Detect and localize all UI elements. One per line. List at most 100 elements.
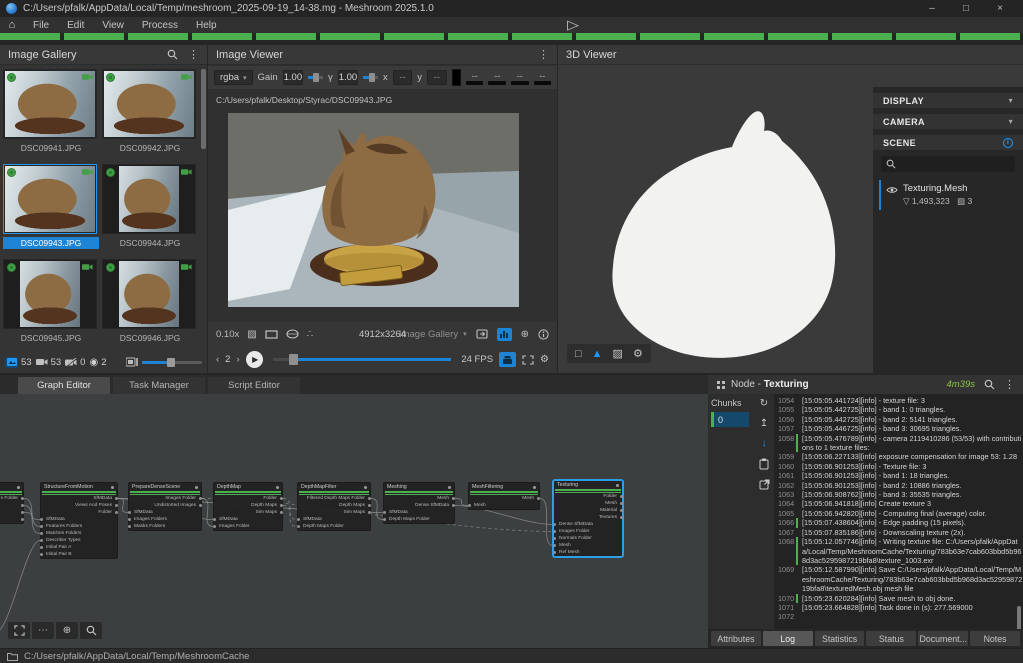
viewer-settings-gear-icon[interactable]: ⚙ — [540, 354, 549, 365]
frame-number[interactable]: 2 — [225, 354, 230, 365]
submit-arrow-icon[interactable]: ▷ — [567, 17, 579, 33]
menu-file[interactable]: File — [24, 17, 58, 33]
gamma-input[interactable]: 1.00 — [338, 70, 359, 85]
thumbnail-DSC09944.JPG[interactable]: DSC09944.JPG — [102, 164, 198, 258]
y-coord-field[interactable]: -- — [427, 70, 447, 85]
play-button[interactable]: ▶ — [246, 351, 263, 368]
refresh-icon[interactable]: ↻ — [760, 398, 768, 409]
channel-select[interactable]: rgba▾ — [214, 70, 253, 85]
thumbnail-DSC09943.JPG[interactable]: DSC09943.JPG — [3, 164, 99, 258]
graph-node-StructureFromMotion[interactable]: StructureFromMotionSfMDataViews And Pose… — [40, 482, 118, 559]
group-icon[interactable]: ◉ — [89, 357, 98, 368]
viewer3d-settings-gear-icon[interactable]: ⚙ — [633, 347, 643, 360]
copy-icon[interactable] — [759, 458, 769, 470]
thumbnail-DSC09946.JPG[interactable]: DSC09946.JPG — [102, 259, 198, 353]
home-icon[interactable]: ⌂ — [0, 17, 24, 33]
viewer3d-canvas[interactable]: □ ▲ ▨ ⚙ DISPLAY ▾ CAMERA ▾ SCENE i — [558, 66, 1023, 373]
menu-help[interactable]: Help — [187, 17, 226, 33]
gain-label: Gain — [258, 72, 278, 83]
section-scene[interactable]: SCENE i — [873, 135, 1023, 150]
cache-toggle-icon[interactable] — [499, 352, 516, 367]
source-select[interactable]: Image Gallery ▾ — [399, 329, 467, 340]
graph-search-icon[interactable] — [80, 622, 102, 639]
fit-view-icon[interactable] — [522, 355, 534, 365]
prev-frame-icon[interactable]: ‹ — [216, 354, 219, 365]
viewer2d-canvas[interactable]: C:/Users/pfalk/Desktop/Styrac/DSC09943.J… — [208, 89, 557, 322]
graph-canvas[interactable]: s Folder StructureFromMotionSfMDataViews … — [0, 394, 708, 648]
gallery-menu-icon[interactable]: ⋮ — [188, 48, 199, 61]
section-display[interactable]: DISPLAY ▾ — [873, 93, 1023, 108]
scene-search-input[interactable] — [881, 156, 1015, 172]
gamma-slider[interactable] — [363, 76, 378, 79]
viewer2d-menu-icon[interactable]: ⋮ — [538, 48, 549, 61]
image-path-label: C:/Users/pfalk/Desktop/Styrac/DSC09943.J… — [216, 95, 392, 105]
node-tab-status[interactable]: Status — [866, 631, 916, 646]
graph-node-Texturing[interactable]: TexturingFolderMeshMaterialTexturesDense… — [553, 480, 623, 557]
node-panel-menu-icon[interactable]: ⋮ — [1004, 378, 1015, 391]
thumbnail-DSC09941.JPG[interactable]: DSC09941.JPG — [3, 69, 99, 163]
visibility-eye-icon[interactable] — [886, 186, 898, 194]
timeline-slider[interactable] — [273, 358, 452, 361]
graph-node-DepthMap[interactable]: DepthMapFolderDepth MapsSim MapsSfMDataI… — [213, 482, 283, 531]
node-tab-log[interactable]: Log — [763, 631, 813, 646]
scroll-top-icon[interactable]: ↥ — [760, 418, 768, 429]
section-camera[interactable]: CAMERA ▾ — [873, 114, 1023, 129]
graph-node-DepthMapFilter[interactable]: DepthMapFilterFiltered Depth Maps Folder… — [297, 482, 371, 531]
graph-globe-icon[interactable]: ⊕ — [56, 622, 78, 639]
maximize-button[interactable]: □ — [949, 0, 983, 17]
textured-shading-icon[interactable]: ▨ — [613, 347, 623, 360]
gain-input[interactable]: 1.00 — [283, 70, 304, 85]
node-tab-document-[interactable]: Document... — [918, 631, 968, 646]
tab-graph-editor[interactable]: Graph Editor — [18, 377, 110, 394]
chunk-item-0[interactable]: 0 — [711, 412, 749, 427]
node-tab-statistics[interactable]: Statistics — [815, 631, 865, 646]
menu-process[interactable]: Process — [133, 17, 187, 33]
features-icon[interactable]: ∴ — [307, 329, 313, 340]
alpha-background-icon[interactable]: ▨ — [247, 329, 256, 340]
gain-slider[interactable] — [308, 76, 323, 79]
open-external-icon[interactable] — [759, 479, 770, 490]
histogram-icon[interactable] — [497, 328, 512, 341]
graph-node-Meshing[interactable]: MeshingMeshDense SfMDataSfMDataDepth Map… — [383, 482, 455, 524]
graph-node-PrepareDenseScene[interactable]: PrepareDenseSceneImages FolderUndistorte… — [128, 482, 202, 531]
more-options-icon[interactable]: ⋯ — [32, 622, 54, 639]
cache-path[interactable]: C:/Users/pfalk/AppData/Local/Temp/Meshro… — [24, 651, 249, 662]
log-line-1060: 1060[15:05:06.901253][info] - Texture fi… — [774, 462, 1023, 471]
info-icon[interactable] — [538, 329, 549, 340]
log-line-1062: 1062[15:05:06.901253][info] - band 2: 10… — [774, 481, 1023, 490]
search-icon[interactable] — [167, 49, 178, 60]
tab-script-editor[interactable]: Script Editor — [208, 377, 300, 394]
menu-edit[interactable]: Edit — [58, 17, 93, 33]
cameras-icon[interactable] — [36, 358, 48, 366]
scene-info-icon[interactable]: i — [1003, 138, 1013, 148]
texture-icon: ▨ — [957, 196, 965, 206]
gallery-scrollbar[interactable] — [201, 69, 206, 149]
cameras-disabled-icon[interactable] — [65, 358, 77, 367]
graph-node-clipped[interactable]: s Folder — [0, 482, 24, 524]
minimize-button[interactable]: – — [915, 0, 949, 17]
solid-shading-icon[interactable]: ▲ — [592, 348, 603, 360]
node-tab-notes[interactable]: Notes — [970, 631, 1020, 646]
thumbnail-DSC09942.JPG[interactable]: DSC09942.JPG — [102, 69, 198, 163]
thumbnail-DSC09945.JPG[interactable]: DSC09945.JPG — [3, 259, 99, 353]
thumb-size-slider[interactable] — [142, 361, 202, 364]
log-output[interactable]: 1054[15:05:05.441724][info] - texture fi… — [774, 394, 1023, 629]
wireframe-icon[interactable]: □ — [575, 348, 582, 360]
log-line-1055: 1055[15:05:05.442725][info] - band 1: 0 … — [774, 405, 1023, 414]
next-frame-icon[interactable]: › — [236, 354, 239, 365]
auto-scroll-icon[interactable]: ↓ — [762, 438, 767, 449]
menu-view[interactable]: View — [93, 17, 133, 33]
lens-distortion-icon[interactable] — [286, 329, 299, 339]
tab-task-manager[interactable]: Task Manager — [113, 377, 205, 394]
fit-graph-icon[interactable] — [8, 622, 30, 639]
log-search-icon[interactable] — [984, 379, 995, 390]
photos-icon[interactable] — [5, 357, 18, 368]
graph-node-MeshFiltering[interactable]: MeshFilteringMeshMesh — [468, 482, 540, 510]
close-button[interactable]: × — [983, 0, 1017, 17]
node-tab-attributes[interactable]: Attributes — [711, 631, 761, 646]
scene-media-item[interactable]: Texturing.Mesh ▽ 1,493,323 ▨ 3 — [879, 180, 1019, 210]
x-coord-field[interactable]: -- — [393, 70, 413, 85]
crop-icon[interactable] — [265, 330, 278, 339]
globe-icon[interactable]: ⊕ — [521, 329, 529, 340]
output-attribute-icon[interactable] — [476, 329, 488, 339]
